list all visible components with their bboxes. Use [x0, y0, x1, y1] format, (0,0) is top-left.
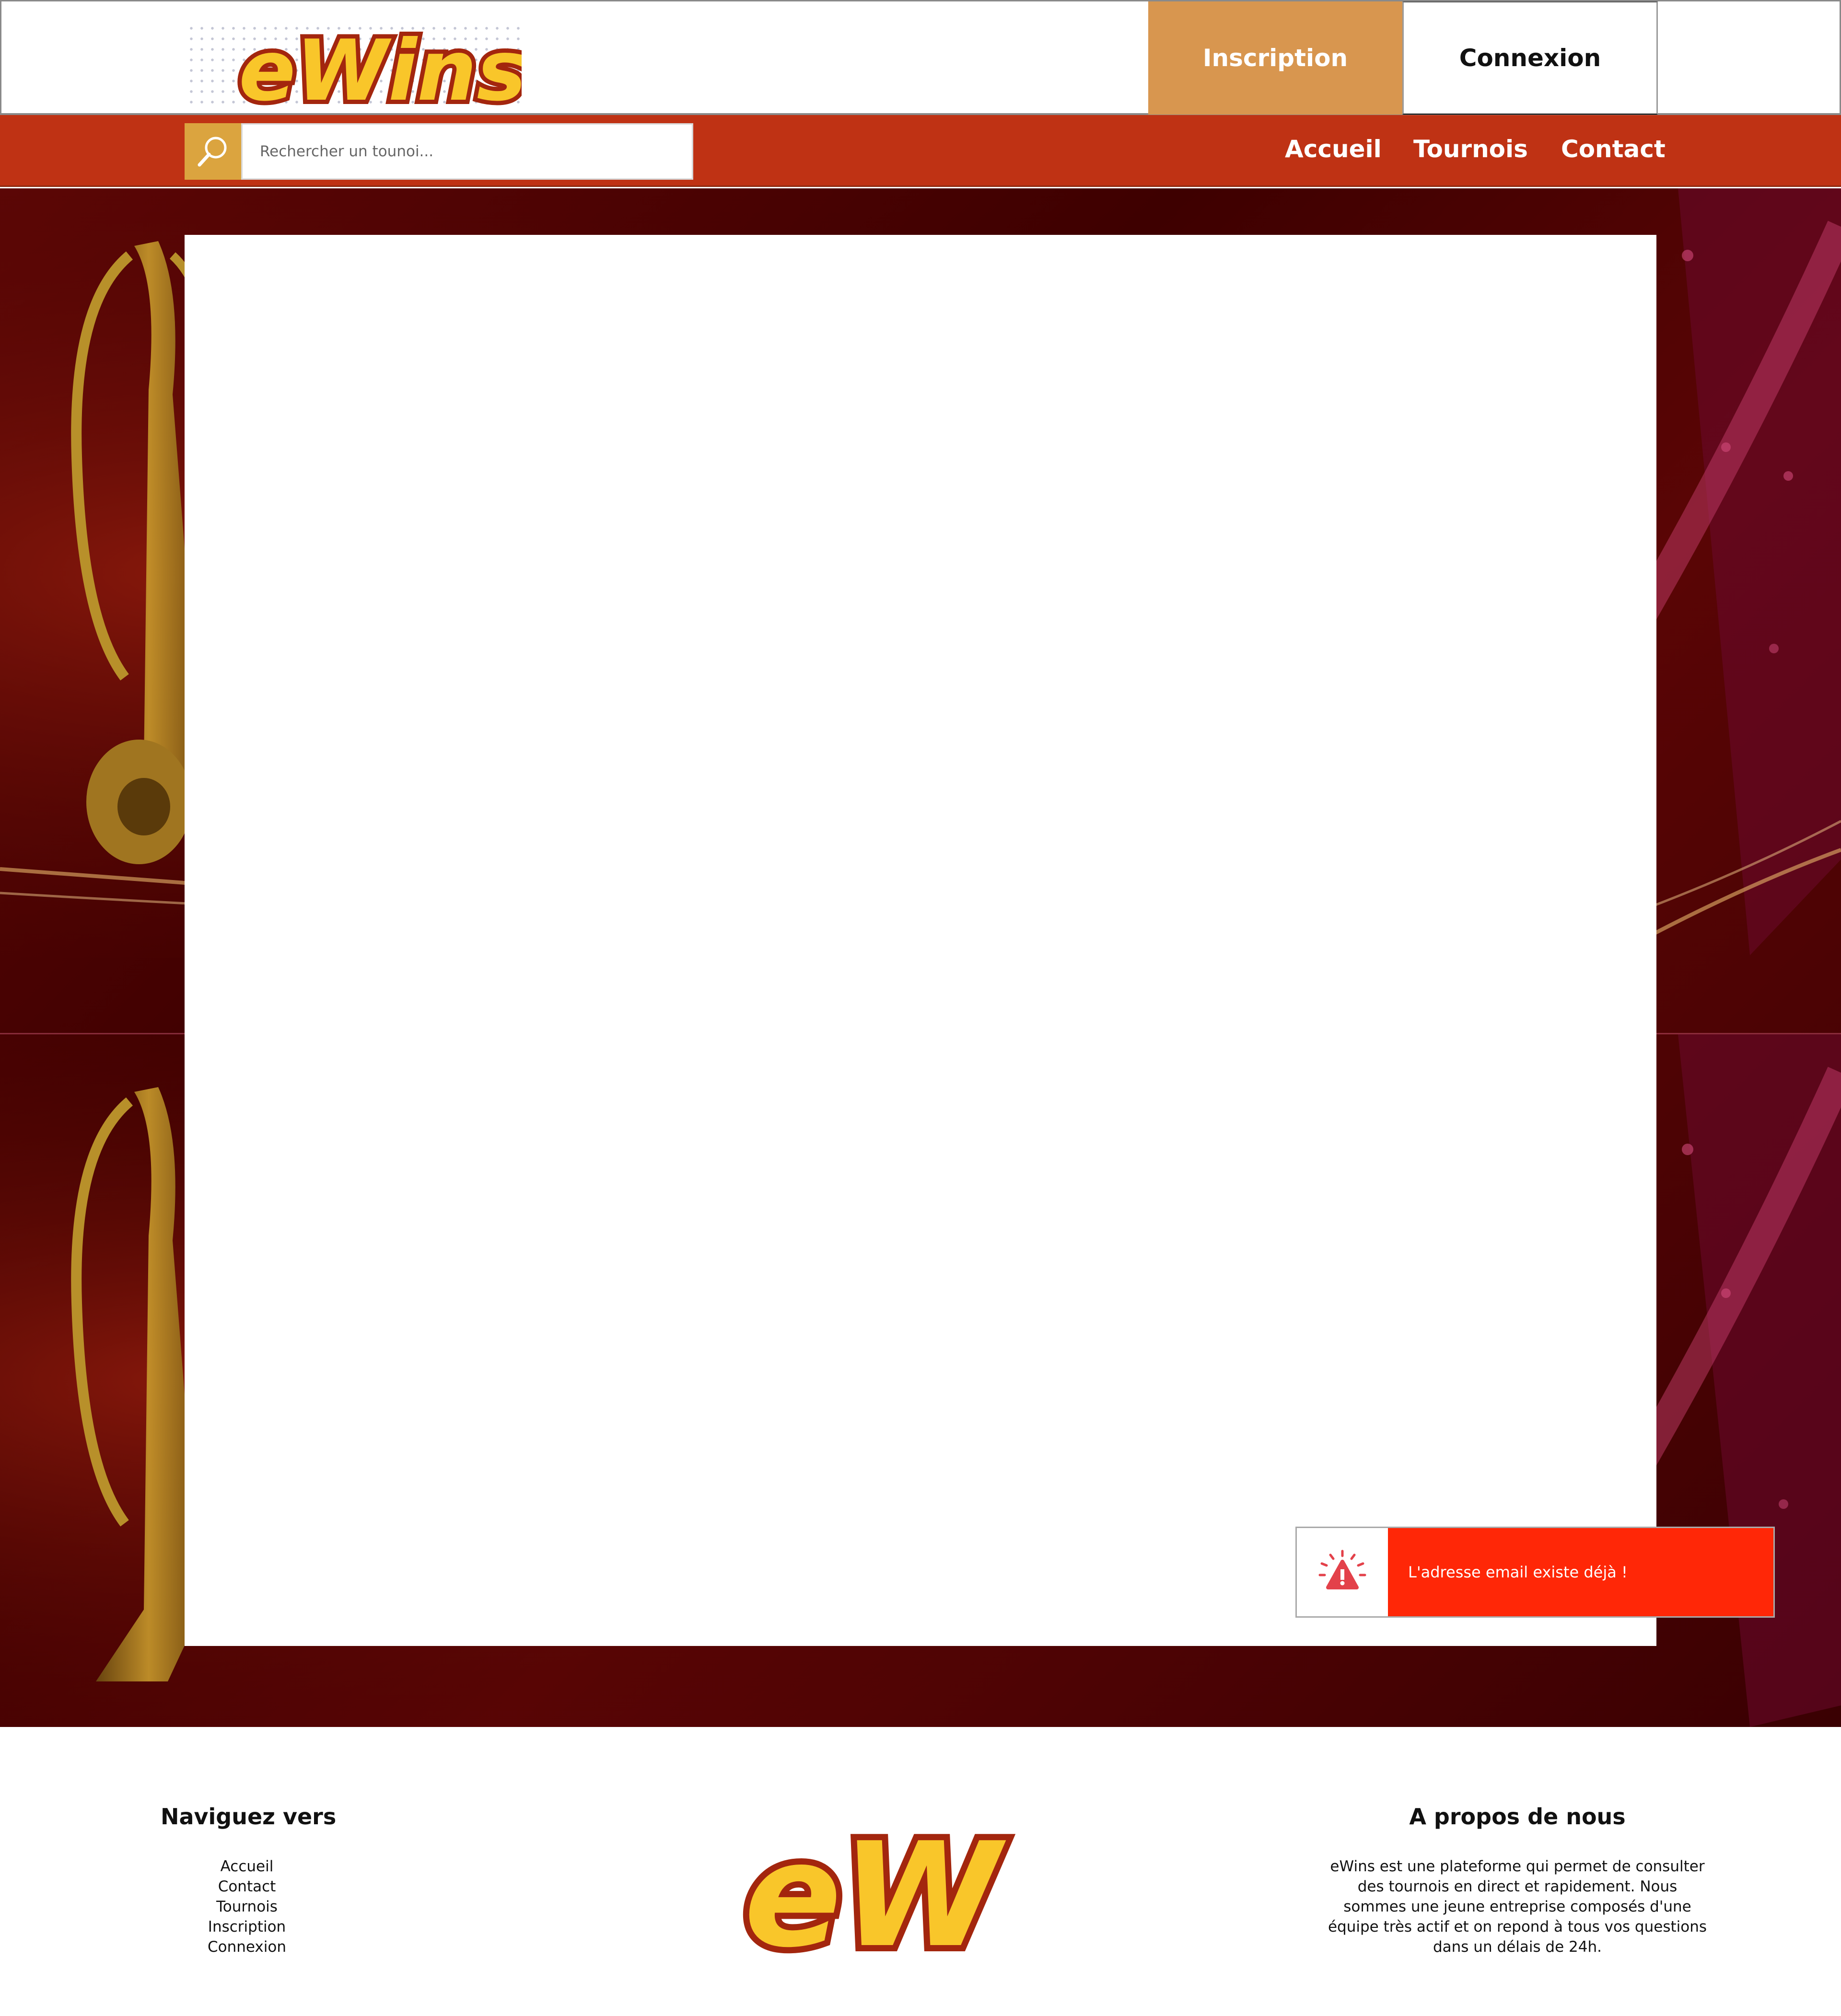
footer-logo[interactable]: eW: [734, 1792, 1045, 1985]
error-toast[interactable]: L'adresse email existe déjà !: [1295, 1527, 1775, 1618]
footer-link-accueil[interactable]: Accueil: [161, 1856, 333, 1877]
footer-link-connexion[interactable]: Connexion: [161, 1937, 333, 1957]
footer: Naviguez vers Accueil Contact Tournois I…: [0, 1727, 1841, 2016]
footer-logo-mark: eW: [738, 1806, 1014, 1985]
toast-icon-container: [1297, 1528, 1388, 1616]
search-input[interactable]: [241, 123, 693, 180]
inscription-button[interactable]: Inscription: [1148, 1, 1402, 115]
nav-link-contact[interactable]: Contact: [1561, 135, 1666, 163]
ewins-logo[interactable]: eWins: [186, 9, 522, 116]
toast-message: L'adresse email existe déjà !: [1408, 1563, 1628, 1581]
footer-link-inscription[interactable]: Inscription: [161, 1917, 333, 1937]
toast-body: L'adresse email existe déjà !: [1388, 1528, 1773, 1616]
footer-about-text: eWins est une plateforme qui permet de c…: [1328, 1858, 1707, 1956]
svg-text:eW: eW: [744, 1812, 1008, 1974]
warning-icon: [1318, 1550, 1366, 1589]
footer-link-tournois[interactable]: Tournois: [161, 1897, 333, 1917]
nav-link-accueil[interactable]: Accueil: [1285, 135, 1382, 163]
footer-about-title: A propos de nous: [1409, 1804, 1626, 1830]
search-icon: [198, 137, 227, 167]
footer-nav-title: Naviguez vers: [161, 1804, 337, 1830]
footer-nav-links: Accueil Contact Tournois Inscription Con…: [161, 1856, 333, 1957]
main-content-panel: [185, 235, 1656, 1646]
nav-link-tournois[interactable]: Tournois: [1413, 135, 1528, 163]
logo-wordmark: eWins: [234, 18, 522, 116]
svg-text:eWins: eWins: [239, 23, 522, 116]
top-header: eWins Inscription Connexion: [0, 0, 1841, 116]
footer-link-contact[interactable]: Contact: [161, 1877, 333, 1897]
connexion-button[interactable]: Connexion: [1402, 1, 1658, 115]
nav-bar: Accueil Tournois Contact: [0, 115, 1841, 187]
search-button[interactable]: [185, 123, 241, 180]
